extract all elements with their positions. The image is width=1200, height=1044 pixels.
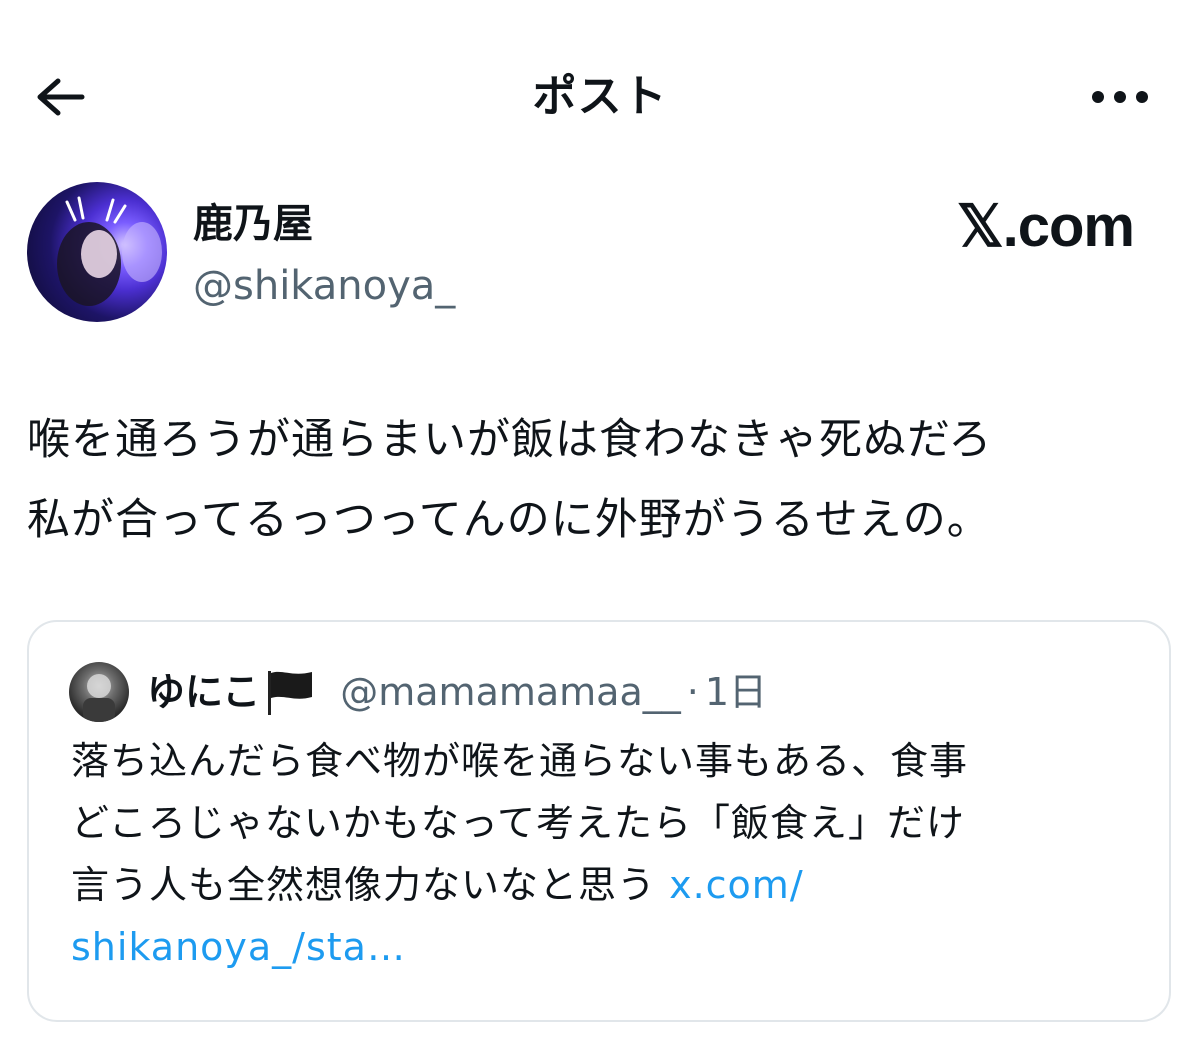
- avatar-image: [57, 196, 162, 306]
- more-horizontal-icon: [1092, 91, 1148, 103]
- page-title: ポスト: [532, 71, 668, 122]
- author-avatar[interactable]: [27, 182, 167, 322]
- quote-timestamp[interactable]: 1日: [705, 662, 767, 722]
- quote-display-name[interactable]: ゆにこ: [147, 662, 260, 722]
- quote-avatar-image: [83, 674, 115, 722]
- quote-link-continued[interactable]: shikanoya_/sta…: [71, 916, 1141, 978]
- quote-header: ゆにこ @mamamamaa__ · 1日: [147, 662, 767, 722]
- post-text-line: 喉を通ろうが通らまいが飯は食わなきゃ死ぬだろ: [27, 415, 993, 465]
- post-detail-screen: ポスト 鹿乃屋 @shikanoya_ 𝕏.com 喉を通ろうが通らまいが飯は食…: [0, 0, 1200, 1044]
- quote-author-avatar[interactable]: [69, 662, 129, 722]
- post-text-line: 私が合ってるっつってんのに外野がうるせえの。: [27, 495, 991, 545]
- black-flag-icon: [262, 667, 318, 717]
- quote-text-line: どころじゃないかもなって考えたら「飯食え」だけ: [71, 801, 965, 845]
- quote-text: 落ち込んだら食べ物が喉を通らない事もある、食事 どころじゃないかもなって考えたら…: [71, 730, 1141, 978]
- quote-username[interactable]: @mamamamaa__: [340, 662, 681, 722]
- post-text: 喉を通ろうが通らまいが飯は食わなきゃ死ぬだろ 私が合ってるっつってんのに外野がう…: [27, 400, 1177, 560]
- quote-separator: ·: [686, 670, 699, 714]
- quoted-post-card[interactable]: ゆにこ @mamamamaa__ · 1日 落ち込んだら食べ物が喉を通らない事も…: [27, 620, 1171, 1022]
- x-com-watermark: 𝕏.com: [956, 194, 1135, 259]
- quote-text-line-content: 言う人も全然想像力ないなと思う: [71, 863, 670, 907]
- quote-text-line: 言う人も全然想像力ないなと思う x.com/: [71, 854, 1141, 916]
- author-username[interactable]: @shikanoya_: [193, 258, 455, 314]
- author-display-name[interactable]: 鹿乃屋: [193, 196, 313, 252]
- quote-link[interactable]: x.com/: [669, 863, 804, 907]
- quote-text-line: 落ち込んだら食べ物が喉を通らない事もある、食事: [71, 739, 969, 783]
- more-options-button[interactable]: [1088, 80, 1152, 114]
